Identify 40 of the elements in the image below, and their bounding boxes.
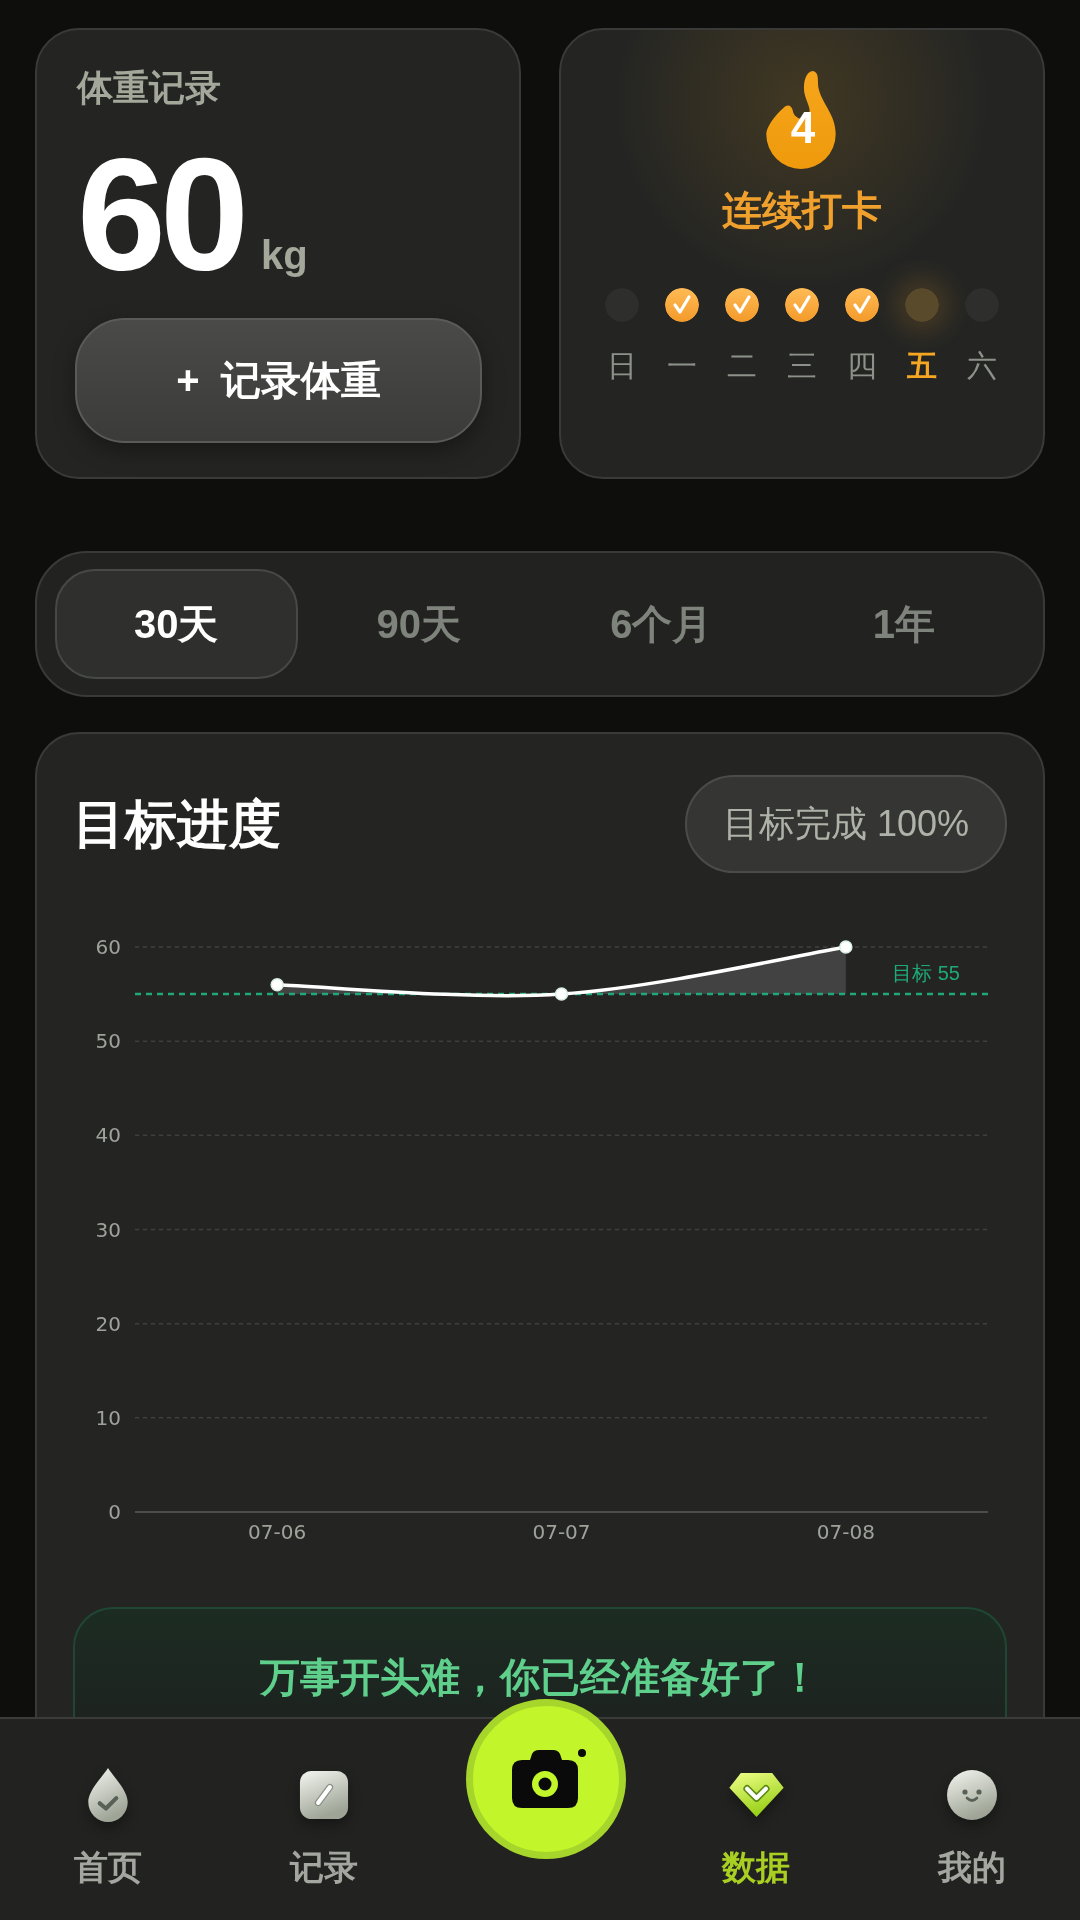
- weekday-label: 三: [787, 348, 817, 384]
- x-axis-label: 07-07: [532, 1520, 591, 1544]
- weekday-label: 一: [667, 348, 697, 384]
- weight-unit: kg: [260, 233, 308, 277]
- streak-count: 4: [789, 106, 817, 150]
- range-tab[interactable]: 1年: [782, 569, 1025, 679]
- nav-tab[interactable]: 记录: [282, 1767, 366, 1887]
- weekday-label: 二: [727, 348, 757, 384]
- pencil-square-icon: [299, 1770, 349, 1820]
- y-axis-label: 50: [95, 1029, 121, 1054]
- progress-title: 目标进度: [73, 794, 281, 854]
- nav-tab[interactable]: 我的: [930, 1767, 1014, 1887]
- record-weight-button[interactable]: + 记录体重: [75, 318, 482, 443]
- nav-tab[interactable]: 首页: [66, 1767, 150, 1887]
- flame-icon: [765, 70, 839, 170]
- y-axis-label: 10: [95, 1405, 121, 1430]
- y-axis-label: 40: [95, 1123, 121, 1148]
- gem-icon: [727, 1772, 785, 1818]
- weekday-label: 六: [967, 348, 997, 384]
- completion-badge: 目标完成 100%: [684, 775, 1007, 873]
- x-axis-label: 07-06: [248, 1520, 307, 1544]
- x-axis-label: 07-08: [816, 1520, 875, 1544]
- smiley-face-icon: [947, 1770, 997, 1820]
- weekday-label: 日: [607, 348, 637, 384]
- range-tab[interactable]: 6个月: [540, 569, 783, 679]
- y-axis-label: 30: [95, 1217, 121, 1242]
- streak-title: 连续打卡: [722, 187, 882, 234]
- weight-value: 60: [77, 134, 243, 294]
- card-title: 体重记录: [77, 66, 221, 110]
- weekday-label: 四: [847, 348, 877, 384]
- y-axis-label: 20: [95, 1311, 121, 1336]
- nav-tab[interactable]: 数据: [714, 1767, 798, 1887]
- y-axis-label: 60: [95, 935, 121, 959]
- encouragement-banner: 万事开头难，你已经准备好了！: [73, 1607, 1007, 1717]
- y-axis-label: 0: [108, 1500, 121, 1524]
- target-label: 目标 55: [892, 962, 960, 985]
- drop-check-icon: [87, 1767, 129, 1823]
- range-tab[interactable]: 30天: [55, 569, 298, 679]
- range-tab[interactable]: 90天: [297, 569, 540, 679]
- weekday-label: 五: [907, 348, 937, 384]
